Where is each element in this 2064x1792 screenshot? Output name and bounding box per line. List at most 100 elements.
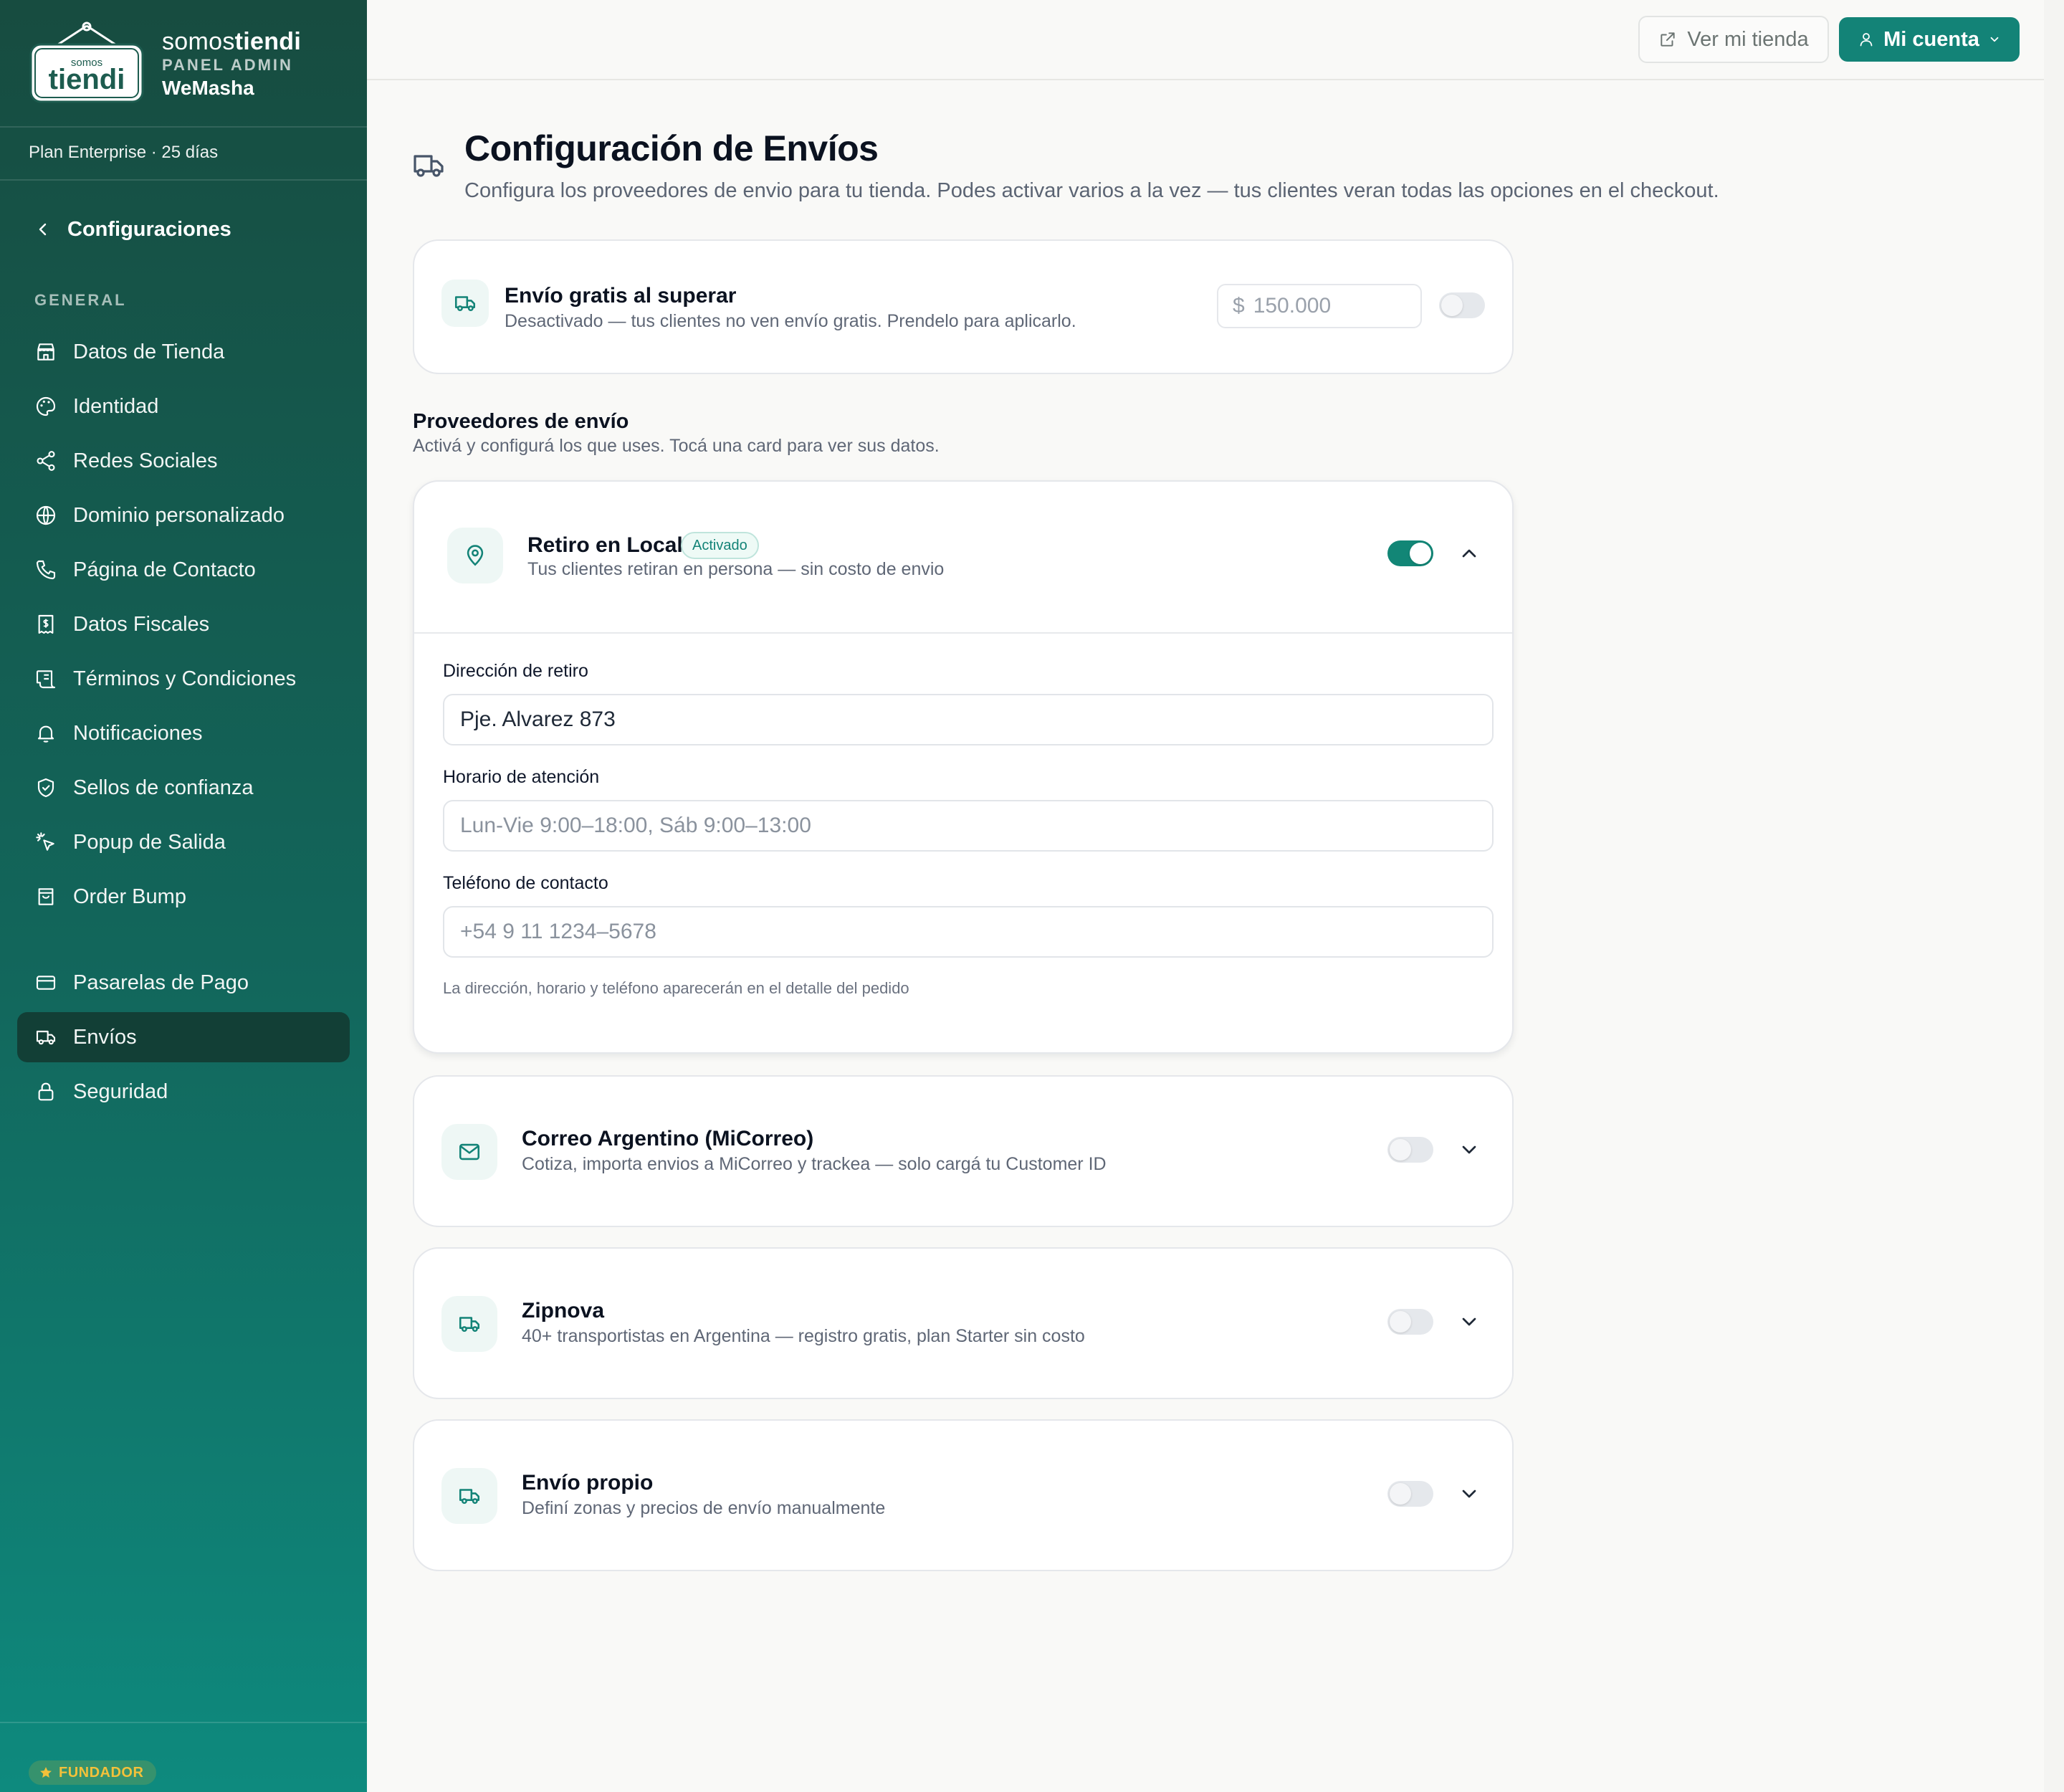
sidebar: somos tiendi somostiendi PANEL ADMIN WeM… — [0, 0, 367, 1792]
sidebar-item-redes-sociales[interactable]: Redes Sociales — [17, 436, 350, 486]
toggle-knob — [1390, 1483, 1411, 1505]
sidebar-item-datos-fiscales[interactable]: Datos Fiscales — [17, 599, 350, 649]
share-icon — [37, 451, 55, 471]
sidebar-item-datos-de-tienda[interactable]: Datos de Tienda — [17, 327, 350, 377]
providers-section-desc: Activá y configurá los que uses. Tocá un… — [413, 436, 940, 456]
page-title: Configuración de Envíos — [464, 128, 879, 168]
store-name: WeMasha — [162, 77, 254, 99]
address-input[interactable] — [444, 695, 1492, 744]
bell-icon — [37, 725, 54, 743]
provider-title: Correo Argentino (MiCorreo) — [522, 1127, 814, 1150]
sidebar-item-order-bump[interactable]: Order Bump — [17, 872, 350, 922]
chevron-down-icon[interactable] — [1458, 1138, 1481, 1161]
external-link-icon — [1661, 32, 1676, 47]
toggle-knob — [1390, 1311, 1411, 1333]
sidebar-item-terminos-y-condiciones[interactable]: Términos y Condiciones — [17, 654, 350, 704]
receipt-icon — [38, 614, 54, 634]
sidebar-item-label: Envíos — [73, 1025, 137, 1049]
pickup-toggle[interactable] — [1387, 540, 1433, 566]
sidebar-item-label: Popup de Salida — [73, 830, 226, 854]
toggle-knob — [1410, 543, 1431, 564]
panel-label: PANEL ADMIN — [162, 56, 293, 74]
brand-header: somos tiendi somostiendi PANEL ADMIN WeM… — [0, 0, 367, 128]
provider-icon-box — [441, 1124, 497, 1180]
provider-title: Envío propio — [522, 1471, 654, 1495]
sidebar-item-label: Sellos de confianza — [73, 776, 254, 799]
pickup-desc: Tus clientes retiran en persona — sin co… — [527, 559, 945, 579]
sidebar-item-identidad[interactable]: Identidad — [17, 381, 350, 432]
provider-toggle[interactable] — [1387, 1309, 1433, 1335]
account-menu-button[interactable]: Mi cuenta — [1839, 17, 2020, 62]
hours-field[interactable] — [443, 800, 1494, 852]
palette-icon — [36, 396, 56, 416]
map-pin-icon — [467, 545, 484, 566]
provider-toggle[interactable] — [1387, 1481, 1433, 1507]
free-shipping-icon-box — [441, 280, 489, 327]
sidebar-item-label: Página de Contacto — [73, 558, 256, 581]
truck-icon — [36, 1030, 56, 1045]
free-shipping-amount-input[interactable]: $ — [1217, 284, 1422, 328]
address-label: Dirección de retiro — [443, 661, 588, 681]
toggle-knob — [1441, 295, 1463, 316]
address-field[interactable] — [443, 694, 1494, 745]
user-icon — [1860, 33, 1873, 47]
chevron-down-icon — [1990, 37, 1999, 42]
phone-input[interactable] — [444, 907, 1492, 956]
phone-icon — [36, 560, 56, 580]
shopping-bag-icon — [38, 888, 54, 905]
truck-icon — [459, 1317, 480, 1333]
view-store-label: Ver mi tienda — [1687, 27, 1809, 51]
brand-name-bold: tiendi — [234, 28, 302, 55]
credit-card-icon — [36, 976, 56, 990]
sidebar-item-label: Notificaciones — [73, 721, 203, 745]
sidebar-item-pasarelas-de-pago[interactable]: Pasarelas de Pago — [17, 958, 350, 1008]
phone-field[interactable] — [443, 906, 1494, 958]
tiendi-logo[interactable]: somos tiendi — [29, 22, 145, 105]
provider-card-correo-argentino[interactable]: Correo Argentino (MiCorreo) Cotiza, impo… — [413, 1075, 1514, 1227]
scroll-icon — [36, 670, 56, 689]
view-store-button[interactable]: Ver mi tienda — [1638, 16, 1829, 63]
sidebar-item-label: Pasarelas de Pago — [73, 971, 249, 994]
chevron-down-icon[interactable] — [1458, 1310, 1481, 1333]
account-label: Mi cuenta — [1883, 27, 1979, 51]
brand-name-light: somos — [162, 28, 235, 55]
provider-desc: Cotiza, importa envios a MiCorreo y trac… — [522, 1154, 1107, 1174]
sidebar-item-label: Datos Fiscales — [73, 612, 210, 636]
back-link-label: Configuraciones — [67, 217, 231, 241]
topbar: Ver mi tienda Mi cuenta — [367, 0, 2044, 80]
star-icon — [40, 1767, 52, 1778]
provider-card-zipnova[interactable]: Zipnova 40+ transportistas en Argentina … — [413, 1247, 1514, 1399]
phone-label: Teléfono de contacto — [443, 873, 608, 893]
providers-section-title: Proveedores de envío — [413, 410, 629, 433]
free-shipping-card: Envío gratis al superar Desactivado — tu… — [413, 239, 1514, 374]
free-shipping-amount-field[interactable] — [1253, 294, 1397, 318]
chevron-down-icon[interactable] — [1458, 1482, 1481, 1505]
scrollbar-track[interactable] — [2044, 0, 2064, 1792]
truck-icon — [454, 296, 476, 312]
provider-card-envio-propio[interactable]: Envío propio Definí zonas y precios de e… — [413, 1419, 1514, 1571]
truck-icon — [459, 1489, 480, 1505]
chevron-up-icon[interactable] — [1458, 542, 1481, 565]
nav-section-label: GENERAL — [34, 291, 127, 309]
sidebar-item-seguridad[interactable]: Seguridad — [17, 1067, 350, 1117]
sidebar-item-label: Datos de Tienda — [73, 340, 225, 363]
free-shipping-toggle[interactable] — [1439, 292, 1485, 318]
provider-card-retiro-en-local[interactable]: Retiro en Local Activado Tus clientes re… — [413, 480, 1514, 1054]
provider-title: Zipnova — [522, 1299, 605, 1322]
provider-icon-box — [441, 1296, 497, 1352]
sidebar-item-label: Términos y Condiciones — [73, 667, 297, 690]
provider-toggle[interactable] — [1387, 1137, 1433, 1163]
sidebar-item-pagina-de-contacto[interactable]: Página de Contacto — [17, 545, 350, 595]
hours-input[interactable] — [444, 801, 1492, 850]
sidebar-item-popup-de-salida[interactable]: Popup de Salida — [17, 817, 350, 867]
sidebar-item-notificaciones[interactable]: Notificaciones — [17, 708, 350, 758]
mail-icon — [459, 1143, 480, 1160]
provider-desc: 40+ transportistas en Argentina — regist… — [522, 1326, 1085, 1346]
sidebar-item-label: Seguridad — [73, 1080, 168, 1103]
sidebar-item-dominio-personalizado[interactable]: Dominio personalizado — [17, 490, 350, 540]
sidebar-item-label: Order Bump — [73, 885, 186, 908]
pickup-help-text: La dirección, horario y teléfono aparece… — [443, 979, 909, 997]
sidebar-item-envios[interactable]: Envíos — [17, 1012, 350, 1062]
sidebar-item-sellos-de-confianza[interactable]: Sellos de confianza — [17, 763, 350, 813]
back-to-settings-link[interactable]: Configuraciones — [34, 214, 231, 245]
